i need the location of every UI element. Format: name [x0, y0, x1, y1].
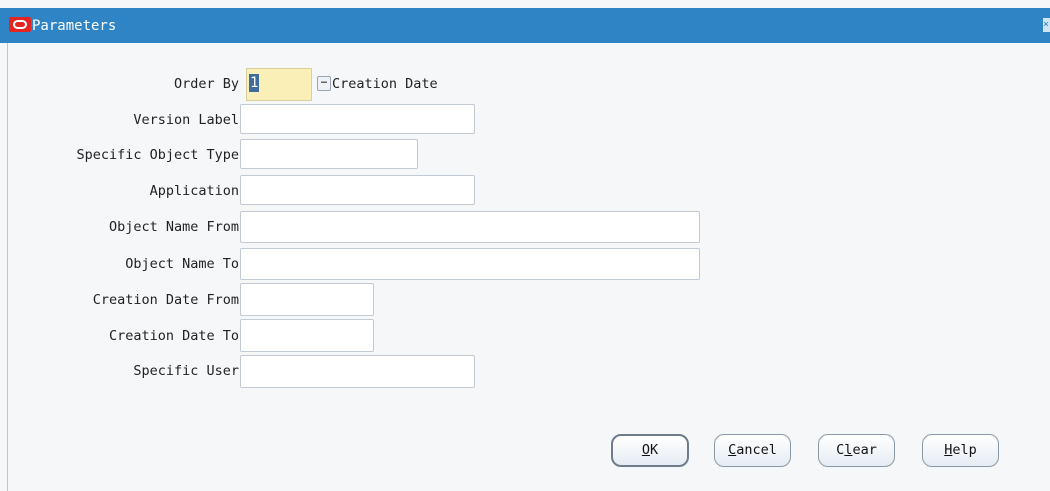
order-by-label: Order By: [173, 76, 239, 92]
oracle-logo-icon: [9, 17, 31, 32]
close-icon[interactable]: ×: [1043, 18, 1050, 32]
cancel-button[interactable]: Cancel: [714, 434, 791, 467]
parameters-window: Parameters × Order By 1 … Creation Date …: [0, 0, 1050, 491]
object-name-from-field[interactable]: [240, 211, 700, 243]
object-name-from-label: Object Name From: [108, 219, 239, 235]
creation-date-from-field[interactable]: [240, 283, 374, 316]
object-name-to-field[interactable]: [240, 248, 700, 280]
version-label-label: Version Label: [133, 112, 239, 128]
parameters-form: Order By 1 … Creation Date Version Label…: [7, 43, 1050, 491]
object-name-to-label: Object Name To: [125, 256, 239, 272]
specific-object-type-label: Specific Object Type: [76, 147, 239, 163]
order-by-value: 1: [249, 74, 260, 92]
application-field[interactable]: [240, 175, 475, 205]
specific-object-type-field[interactable]: [240, 139, 418, 169]
window-title: Parameters: [32, 18, 117, 34]
creation-date-to-label: Creation Date To: [108, 328, 239, 344]
ok-button[interactable]: OK: [611, 434, 689, 467]
specific-user-field[interactable]: [240, 355, 475, 388]
version-label-field[interactable]: [240, 104, 475, 134]
title-bar: Parameters ×: [0, 8, 1050, 43]
help-button[interactable]: Help: [922, 434, 999, 467]
specific-user-label: Specific User: [133, 363, 239, 379]
clear-button[interactable]: Clear: [818, 434, 895, 467]
application-label: Application: [149, 183, 239, 199]
ellipsis-icon[interactable]: …: [317, 76, 331, 91]
order-by-description: Creation Date: [332, 76, 438, 92]
creation-date-to-field[interactable]: [240, 319, 374, 352]
creation-date-from-label: Creation Date From: [92, 292, 239, 308]
order-by-field[interactable]: 1: [246, 68, 312, 101]
